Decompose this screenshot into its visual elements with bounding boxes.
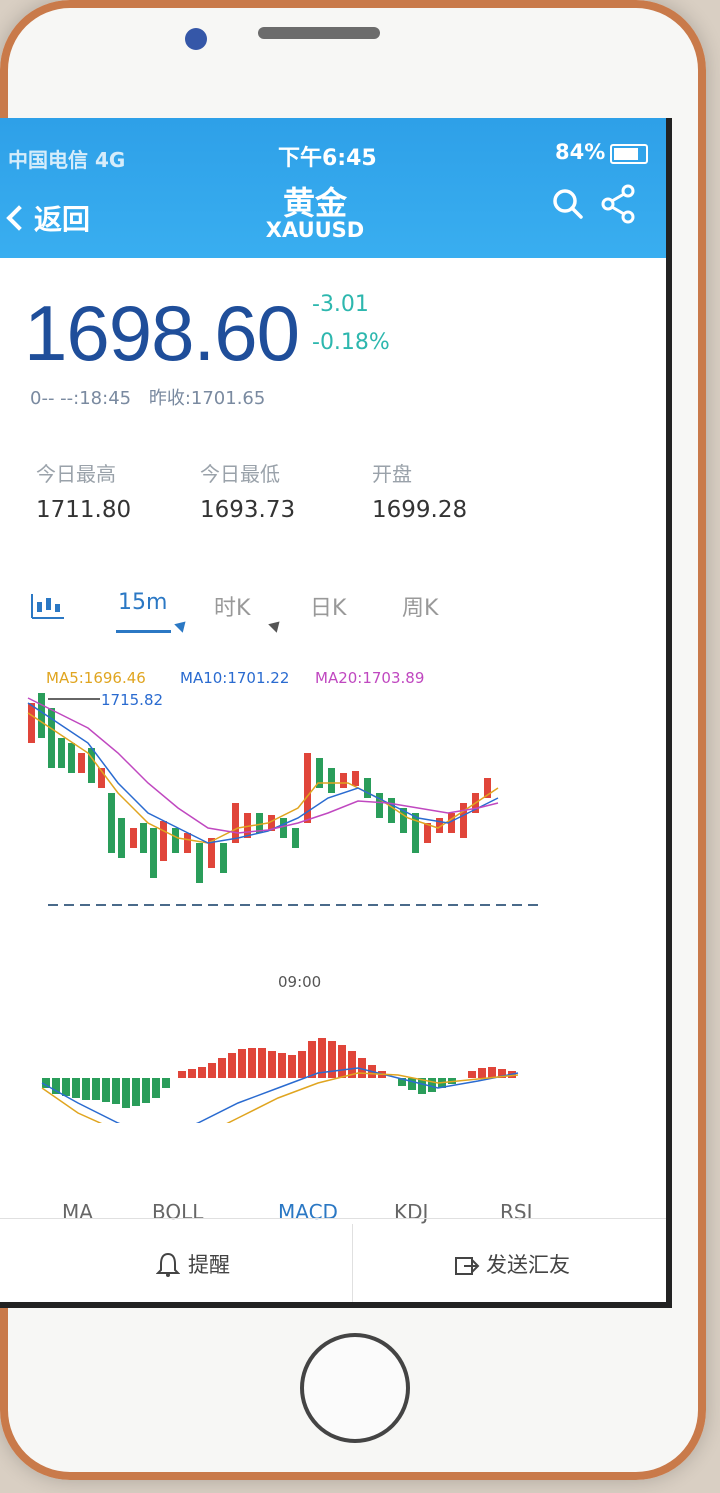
active-tab-indicator	[116, 630, 171, 633]
battery-percent: 84%	[555, 140, 606, 164]
period-tabs: 15m 时K 日K 周K	[0, 560, 666, 633]
stat-label: 今日最低	[200, 462, 280, 486]
dropdown-triangle-icon	[174, 617, 190, 633]
prev-close: 昨收:1701.65	[148, 388, 266, 409]
search-icon[interactable]	[552, 188, 584, 220]
clock: 下午6:45	[278, 146, 377, 171]
earpiece-speaker	[258, 27, 380, 39]
quote-time: 0-- --:18:45	[30, 388, 132, 409]
action-divider	[352, 1224, 353, 1302]
stat-value: 1711.80	[36, 497, 132, 523]
candles	[28, 693, 491, 883]
action-bar: 提醒 发送汇友	[0, 1218, 666, 1302]
ma20-line	[27, 697, 499, 834]
chart-graphics	[27, 693, 538, 1123]
top-bar: 中国电信 4G 下午6:45 84% 返回 黄金 XAUUSD	[0, 118, 666, 258]
price-change: -3.01	[312, 292, 369, 317]
send-to-friend-button[interactable]: 发送汇友	[454, 1249, 570, 1279]
phone-frame: 中国电信 4G 下午6:45 84% 返回 黄金 XAUUSD 1698.60 …	[0, 0, 706, 1480]
stat-high: 今日最高 1711.80	[36, 458, 196, 523]
tab-15m[interactable]: 15m	[118, 590, 167, 615]
dropdown-triangle-icon	[268, 617, 284, 633]
front-camera	[185, 28, 207, 50]
forward-icon	[455, 1257, 480, 1275]
stat-value: 1699.28	[372, 497, 468, 523]
symbol-subtitle: XAUUSD	[265, 218, 365, 242]
remind-button[interactable]: 提醒	[155, 1249, 230, 1279]
app-screen: 中国电信 4G 下午6:45 84% 返回 黄金 XAUUSD 1698.60 …	[0, 118, 672, 1308]
tab-week-k[interactable]: 周K	[402, 590, 438, 622]
battery-icon	[610, 144, 648, 164]
tab-day-k[interactable]: 日K	[310, 590, 346, 622]
quote-time-row: 0-- --:18:45 昨收:1701.65	[30, 384, 277, 410]
price-change-percent: -0.18%	[312, 330, 390, 355]
home-button[interactable]	[300, 1333, 410, 1443]
kline-chart[interactable]: MA5:1696.46 MA10:1701.22 MA20:1703.89 17…	[18, 643, 558, 1123]
candlestick-icon[interactable]	[30, 592, 64, 620]
stat-low: 今日最低 1693.73	[200, 458, 360, 523]
bell-icon	[155, 1252, 181, 1277]
stat-label: 开盘	[372, 462, 412, 486]
stat-value: 1693.73	[200, 497, 296, 523]
remind-label: 提醒	[188, 1253, 230, 1277]
stat-label: 今日最高	[36, 462, 116, 486]
carrier-label: 中国电信 4G	[8, 148, 126, 172]
stat-open: 开盘 1699.28	[372, 458, 532, 523]
tab-hour-k[interactable]: 时K	[214, 590, 250, 622]
quote-panel: 1698.60 -3.01 -0.18% 0-- --:18:45 昨收:170…	[0, 258, 666, 558]
status-bar: 中国电信 4G 下午6:45 84%	[0, 138, 666, 172]
send-label: 发送汇友	[486, 1253, 570, 1277]
share-icon[interactable]	[600, 184, 636, 224]
current-price: 1698.60	[24, 289, 300, 377]
